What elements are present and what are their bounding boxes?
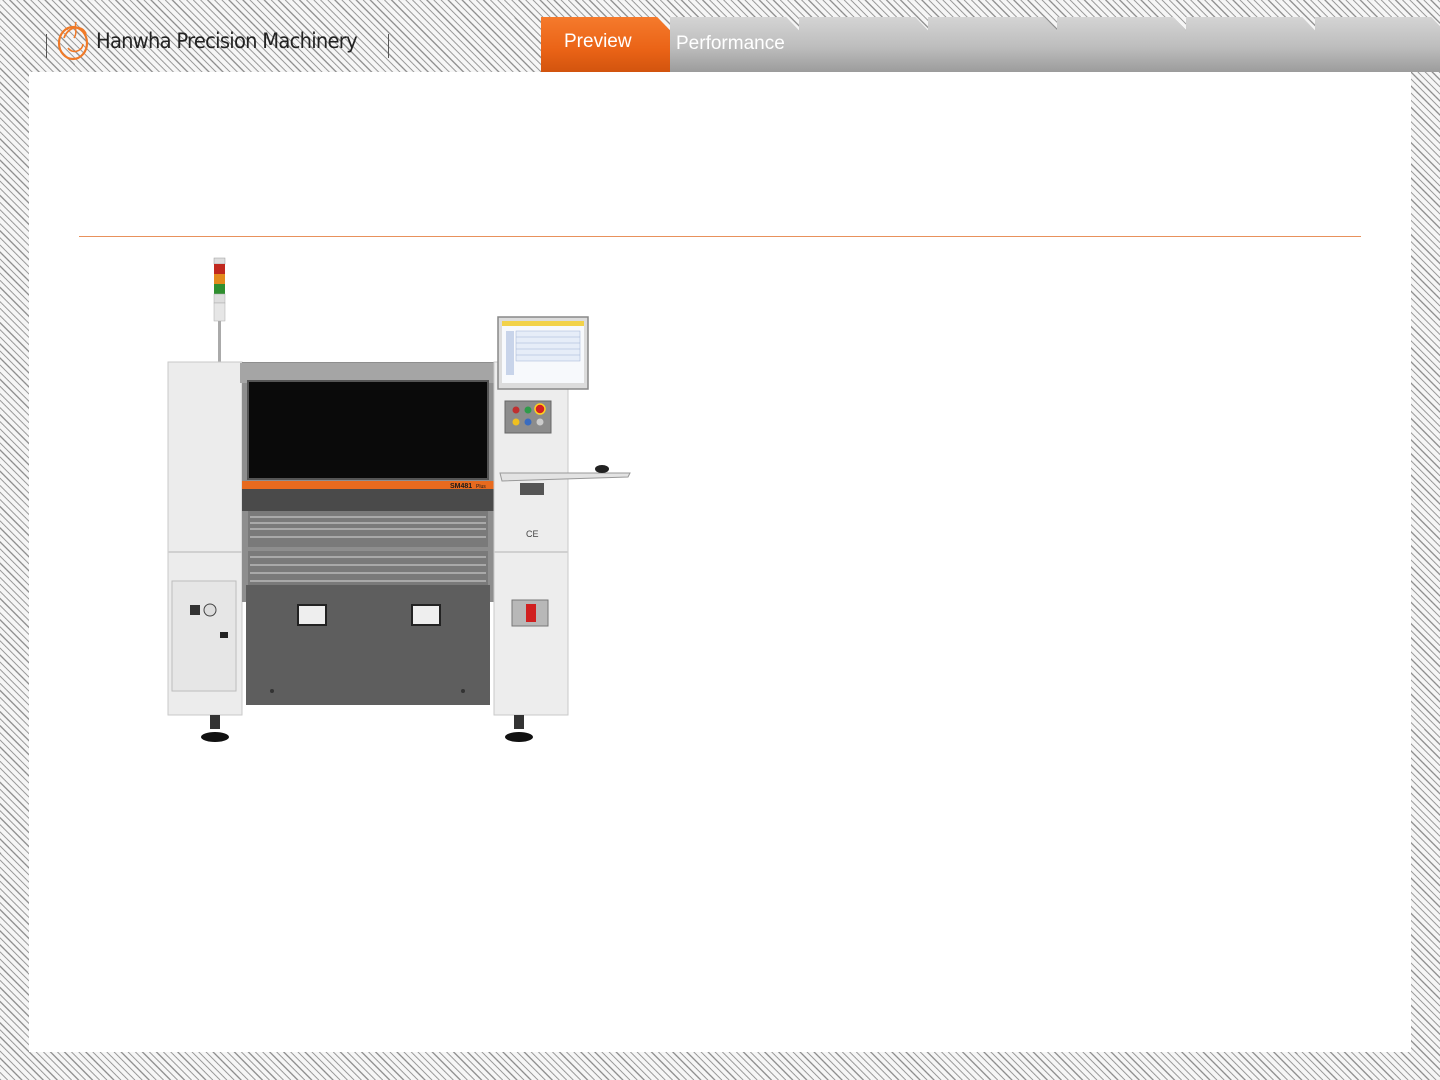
monitor-icon: [497, 316, 589, 390]
tab-4[interactable]: [928, 17, 1068, 72]
main-power-switch-icon: [511, 599, 549, 627]
leveling-foot-icon: [201, 715, 533, 742]
tab-7[interactable]: [1315, 17, 1440, 72]
hanwha-emblem-icon: [57, 21, 89, 61]
tab-5[interactable]: [1057, 17, 1197, 72]
tab-label: Preview: [564, 31, 632, 52]
model-badge: SM481: [450, 483, 472, 490]
logo-text: Hanwha Precision Machinery: [96, 29, 358, 53]
tab-3[interactable]: [799, 17, 939, 72]
tab-performance[interactable]: Performance: [670, 17, 810, 72]
logo-divider-right: [388, 34, 389, 58]
company-logo: Hanwha Precision Machinery: [44, 16, 404, 64]
control-buttons-icon: [504, 400, 552, 434]
ce-mark: CE: [526, 529, 539, 539]
signal-tower-icon: [213, 257, 226, 363]
section-divider: [79, 236, 1361, 237]
product-image: SM481 Plus CE: [167, 257, 631, 742]
tab-preview[interactable]: Preview: [541, 17, 681, 72]
logo-divider-left: [46, 34, 47, 58]
tab-6[interactable]: [1186, 17, 1326, 72]
tab-label: Performance: [676, 33, 785, 54]
tab-bar: Preview Performance: [541, 17, 1440, 72]
